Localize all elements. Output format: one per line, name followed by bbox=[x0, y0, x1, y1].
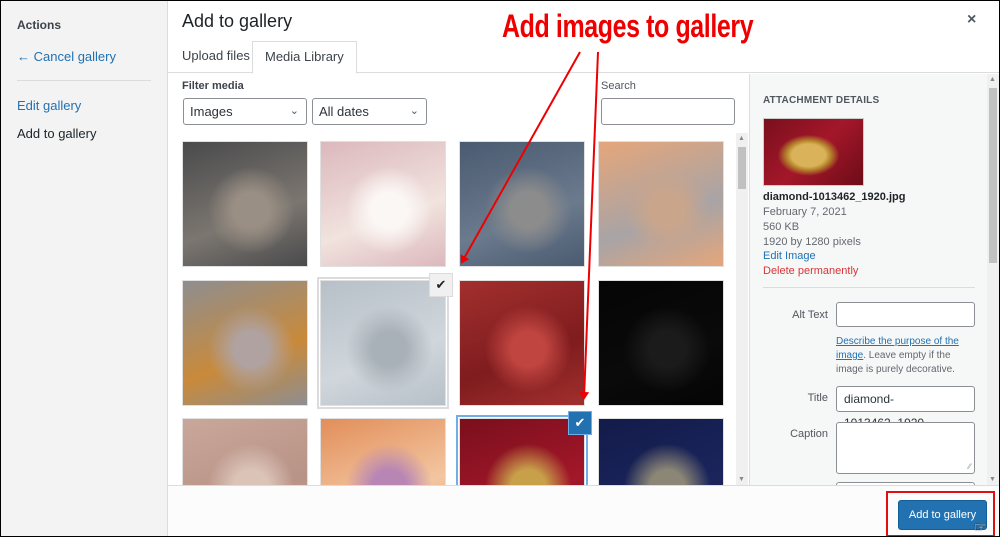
scroll-down-icon[interactable]: ▼ bbox=[738, 476, 745, 483]
attachment-thumb-gold-ruby-emerald-bangles[interactable]: ✔ bbox=[320, 273, 453, 406]
attachment-thumb-turquoise-pendant-navy[interactable] bbox=[598, 418, 724, 485]
hand-cursor-icon: ☞ bbox=[974, 519, 987, 535]
attachment-thumb-emerald-ring-black[interactable] bbox=[598, 280, 724, 406]
alt-text-input[interactable] bbox=[836, 302, 975, 327]
alt-text-label: Alt Text bbox=[792, 309, 828, 321]
search-input[interactable] bbox=[601, 98, 735, 125]
modal-title: Add to gallery bbox=[182, 11, 293, 31]
menu-heading: Actions bbox=[17, 18, 62, 32]
cancel-gallery-link[interactable]: ← Cancel gallery bbox=[17, 49, 116, 64]
details-divider bbox=[763, 287, 975, 288]
attachment-thumb-heart-pendant-stones[interactable] bbox=[598, 141, 724, 267]
attachment-thumb-diamond-bracelet-red[interactable] bbox=[459, 280, 585, 406]
scroll-down-icon[interactable]: ▼ bbox=[989, 476, 996, 483]
details-scrollbar[interactable]: ▲ ▼ bbox=[987, 74, 999, 485]
grid-scrollbar[interactable]: ▲ ▼ bbox=[736, 133, 748, 485]
grid-scrollbar-thumb[interactable] bbox=[738, 147, 746, 189]
date-value: All dates bbox=[319, 104, 369, 119]
add-to-gallery-menu-item[interactable]: Add to gallery bbox=[17, 126, 97, 141]
media-menu: Actions ← Cancel gallery Edit gallery Ad… bbox=[1, 1, 168, 536]
resize-handle-icon[interactable]: ∕∕ bbox=[968, 462, 971, 471]
delete-permanently-link[interactable]: Delete permanently bbox=[763, 265, 858, 277]
caption-textarea[interactable]: ∕∕ bbox=[836, 422, 975, 474]
attachment-preview bbox=[763, 118, 864, 186]
attachment-dimensions: 1920 by 1280 pixels bbox=[763, 236, 861, 248]
chevron-down-icon: ⌄ bbox=[409, 105, 419, 117]
checkmark-icon[interactable]: ✔ bbox=[568, 411, 592, 435]
checkmark-icon[interactable]: ✔ bbox=[429, 273, 453, 297]
details-scrollbar-thumb[interactable] bbox=[989, 88, 997, 263]
attachment-size: 560 KB bbox=[763, 221, 800, 233]
media-type-select[interactable]: Images ⌄ bbox=[183, 98, 307, 125]
attachment-thumb-amethyst-ring-bokeh[interactable] bbox=[320, 418, 446, 485]
close-icon[interactable]: × bbox=[967, 11, 976, 29]
edit-gallery-link[interactable]: Edit gallery bbox=[17, 98, 81, 113]
tab-media-library[interactable]: Media Library bbox=[252, 41, 357, 74]
modal-toolbar: Add to gallery ☞ bbox=[168, 485, 999, 536]
alt-text-help: Describe the purpose of the image. Leave… bbox=[836, 335, 976, 377]
attachment-date: February 7, 2021 bbox=[763, 206, 847, 218]
caption-label: Caption bbox=[790, 428, 828, 440]
chevron-down-icon: ⌄ bbox=[289, 105, 299, 117]
attachment-thumb-pocket-watches-denim[interactable] bbox=[459, 141, 585, 267]
filter-media-label: Filter media bbox=[182, 80, 244, 92]
scroll-up-icon[interactable]: ▲ bbox=[989, 76, 996, 83]
attachment-filename: diamond-1013462_1920.jpg bbox=[763, 191, 906, 203]
title-input[interactable]: diamond-1013462_1920 bbox=[836, 386, 975, 430]
edit-image-link[interactable]: Edit Image bbox=[763, 250, 816, 262]
attachment-details: ATTACHMENT DETAILS diamond-1013462_1920.… bbox=[749, 74, 987, 485]
search-label: Search bbox=[601, 80, 636, 92]
attachments-grid: ✔ ✔ bbox=[168, 133, 736, 485]
annotation-label: Add images to gallery bbox=[502, 8, 754, 44]
tab-upload-files[interactable]: Upload files bbox=[182, 41, 250, 73]
attachment-thumb-rose-gold-ring[interactable] bbox=[182, 418, 308, 485]
media-modal-frame: Actions ← Cancel gallery Edit gallery Ad… bbox=[1, 1, 999, 536]
date-select[interactable]: All dates ⌄ bbox=[312, 98, 427, 125]
scroll-up-icon[interactable]: ▲ bbox=[738, 135, 745, 142]
attachment-thumb-ring-pearl-flower[interactable] bbox=[320, 141, 446, 267]
media-type-value: Images bbox=[190, 104, 233, 119]
title-label: Title bbox=[807, 392, 828, 404]
details-header: ATTACHMENT DETAILS bbox=[763, 95, 880, 106]
router-tabs: Upload files Media Library bbox=[168, 41, 999, 74]
attachment-thumb-ring-sapphire-solitaire[interactable] bbox=[182, 141, 308, 267]
menu-separator bbox=[17, 80, 151, 81]
attachment-thumb-gold-turquoise-bangles[interactable] bbox=[182, 280, 308, 406]
attachment-thumb-diamond-1013462_1920[interactable]: ✔ bbox=[459, 411, 592, 485]
